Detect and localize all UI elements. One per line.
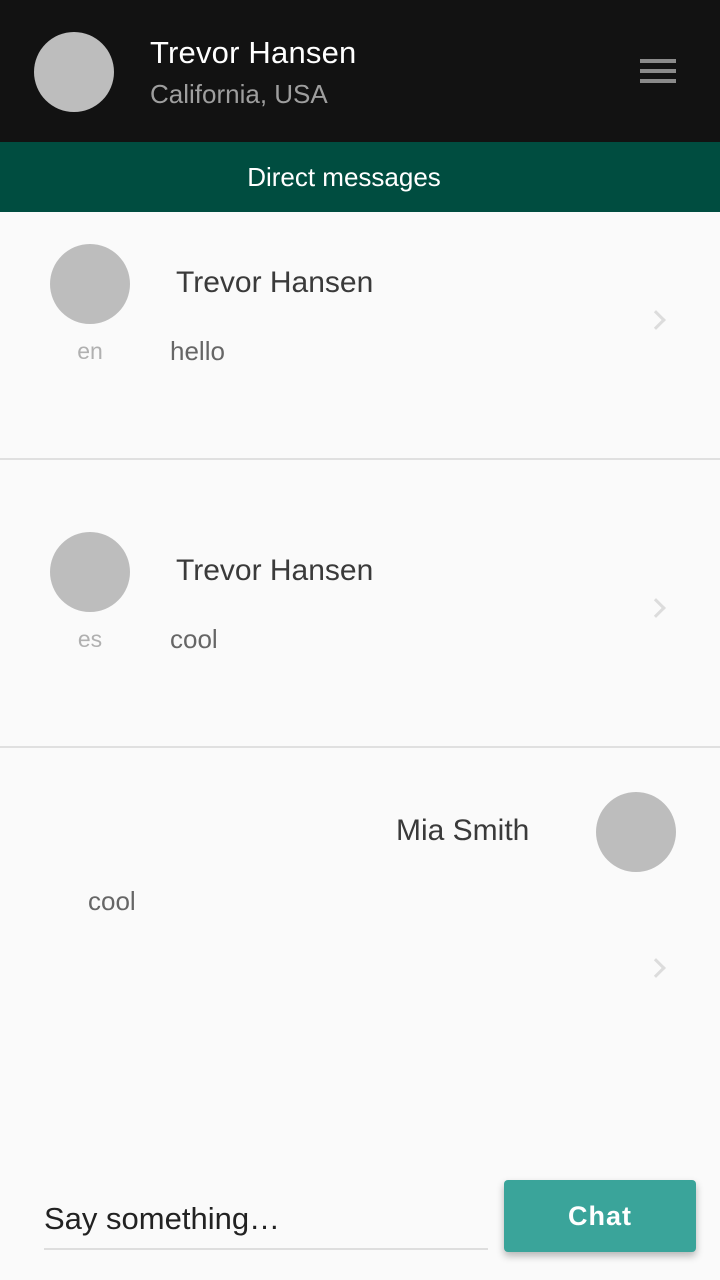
user-name: Trevor Hansen [150, 35, 357, 70]
sender-avatar [50, 532, 130, 612]
message-item[interactable]: es Trevor Hansen cool [0, 460, 720, 746]
message-item[interactable]: en Trevor Hansen hello [0, 212, 720, 458]
message-input[interactable] [44, 1190, 488, 1250]
tab-direct-messages[interactable]: Direct messages [0, 142, 688, 212]
user-avatar[interactable] [34, 32, 114, 112]
chat-send-button[interactable]: Chat [504, 1180, 696, 1252]
chevron-right-icon [646, 958, 666, 978]
message-text: cool [88, 886, 136, 916]
chevron-right-icon [646, 598, 666, 618]
message-item[interactable]: Mia Smith cool [0, 748, 720, 1048]
sender-name: Trevor Hansen [176, 554, 374, 587]
chevron-right-icon [646, 310, 666, 330]
tab-bar: Direct messages [0, 142, 720, 212]
language-code: en [77, 338, 103, 364]
sender-name: Mia Smith [396, 814, 530, 847]
app-header: Trevor Hansen California, USA [0, 0, 720, 142]
sender-avatar [596, 792, 676, 872]
user-location: California, USA [150, 79, 328, 109]
language-code: es [77, 626, 103, 652]
hamburger-menu-icon[interactable] [636, 55, 680, 87]
sender-avatar [50, 244, 130, 324]
sender-name: Trevor Hansen [176, 266, 374, 299]
message-text: cool [170, 624, 218, 654]
message-text: hello [170, 336, 225, 366]
